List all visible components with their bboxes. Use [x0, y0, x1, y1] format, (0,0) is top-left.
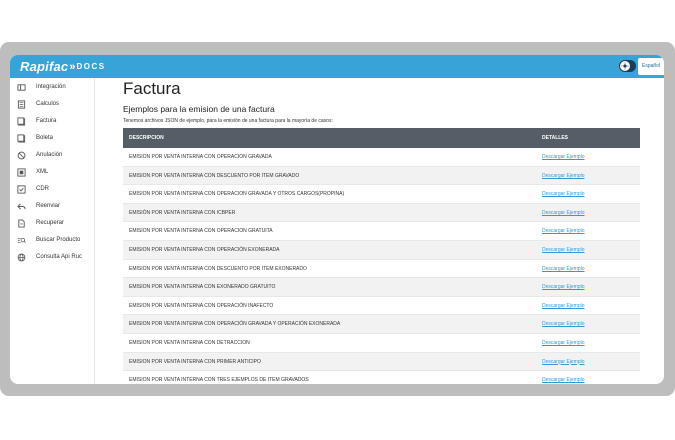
- sidebar-item-factura[interactable]: Factura: [10, 113, 95, 129]
- download-example-link[interactable]: Descargar Ejemplo: [542, 148, 585, 166]
- sidebar-item-calculos[interactable]: Calculos: [10, 96, 95, 112]
- sidebar-item-label: Recuperar: [36, 220, 65, 226]
- sidebar-item-recuperar[interactable]: Recuperar: [10, 215, 95, 231]
- table-row: EMISION POR VENTA INTERNA CON PRIMER ANT…: [123, 352, 640, 372]
- table-row: EMISION POR VENTA INTERNA CON OPERACIÓN …: [123, 297, 640, 316]
- integration-icon: [16, 82, 26, 92]
- table-row: EMISION POR VENTA INTERNA CON OPERACIÓN …: [123, 315, 640, 334]
- reply-icon: [16, 201, 26, 211]
- sidebar-item-boleta[interactable]: Boleta: [10, 130, 95, 146]
- file-check-icon: [16, 184, 26, 194]
- table-row: EMISION POR VENTA INTERNA CON DESCUENTO …: [123, 260, 640, 279]
- section-description: Tenemos archivos JSON de ejemplo, para l…: [123, 118, 333, 124]
- calculator-icon: [16, 99, 26, 109]
- search-product-icon: [16, 235, 26, 245]
- row-description: EMISION POR VENTA INTERNA CON OPERACION …: [129, 191, 345, 198]
- row-description: EMISION POR VENTA INTERNA CON OPERACION …: [129, 228, 273, 235]
- row-description: EMISION POR VENTA INTERNA CON OPERACIÓN …: [129, 302, 274, 309]
- row-description: EMISION POR VENTA INTERNA CON DESCUENTO …: [129, 265, 307, 272]
- logo-arrow-icon: »: [69, 60, 76, 73]
- sidebar-item-label: Consulta Api Ruc: [36, 254, 83, 260]
- recover-icon: [16, 218, 26, 228]
- sidebar-item-consulta-api-ruc[interactable]: Consulta Api Ruc: [10, 249, 95, 265]
- theme-toggle[interactable]: [619, 60, 636, 72]
- table-row: EMISION POR VENTA INTERNA CON OPERACION …: [123, 148, 640, 167]
- sidebar-item-label: Calculos: [36, 101, 60, 107]
- sidebar-item-anulacion[interactable]: Anulación: [10, 147, 95, 163]
- row-description: EMISION POR VENTA INTERNA CON OPERACIÓN …: [129, 321, 341, 328]
- download-example-link[interactable]: Descargar Ejemplo: [542, 315, 585, 333]
- logo-text: Rapifac: [20, 59, 69, 74]
- globe-icon: [16, 252, 26, 262]
- main-content: Factura Ejemplos para la emision de una …: [95, 78, 664, 384]
- logo-docs-text: DOCS: [76, 62, 106, 71]
- row-description: EMISIÓN POR VENTA INTERNA CON ICBPER: [129, 209, 236, 216]
- section-subtitle: Ejemplos para la emision de una factura: [123, 104, 275, 114]
- sidebar-item-reenviar[interactable]: Reenviar: [10, 198, 95, 214]
- sidebar-item-label: Integración: [36, 84, 66, 90]
- sidebar: Integración Calculos Factura Boleta Anul…: [10, 78, 95, 384]
- receipt-icon: [16, 133, 26, 143]
- row-description: EMISION POR VENTA INTERNA CON OPERACION …: [129, 154, 272, 160]
- sidebar-item-label: Anulación: [36, 152, 63, 158]
- download-example-link[interactable]: Descargar Ejemplo: [542, 297, 585, 315]
- table-row: EMISION POR VENTA INTERNA CON OPERACION …: [123, 222, 640, 241]
- sidebar-item-cdr[interactable]: CDR: [10, 181, 95, 197]
- download-example-link[interactable]: Descargar Ejemplo: [542, 204, 585, 222]
- table-row: EMISION POR VENTA INTERNA CON DETRACCION…: [123, 334, 640, 353]
- row-description: EMISION POR VENTA INTERNA CON OPERACIÓN …: [129, 246, 280, 253]
- sidebar-item-label: Buscar Producto: [36, 237, 81, 243]
- sidebar-item-integracion[interactable]: Integración: [10, 79, 95, 95]
- table-row: EMISION POR VENTA INTERNA CON OPERACION …: [123, 185, 640, 204]
- row-description: EMISION POR VENTA INTERNA CON EXONERADO …: [129, 284, 276, 291]
- download-example-link[interactable]: Descargar Ejemplo: [542, 241, 585, 259]
- examples-table: DESCRIPCION DETALLES EMISION POR VENTA I…: [123, 128, 640, 384]
- sidebar-item-label: Reenviar: [36, 203, 61, 209]
- sun-icon: [620, 61, 630, 71]
- top-bar: Rapifac » DOCS Español: [10, 55, 664, 78]
- column-header-description: DESCRIPCION: [129, 135, 164, 141]
- table-row: EMISIÓN POR VENTA INTERNA CON ICBPER Desc…: [123, 203, 640, 223]
- column-header-details: DETALLES: [542, 135, 569, 141]
- sidebar-item-xml[interactable]: XML: [10, 164, 95, 180]
- row-description: EMISION POR VENTA INTERNA CON PRIMER ANT…: [129, 358, 261, 365]
- sidebar-item-label: XML: [36, 169, 49, 175]
- language-select[interactable]: Español: [638, 58, 664, 75]
- download-example-link[interactable]: Descargar Ejemplo: [542, 334, 585, 352]
- table-row: EMISION POR VENTA INTERNA CON DESCUENTO …: [123, 166, 640, 186]
- table-row: EMISION POR VENTA INTERNA CON TRES EJEMP…: [123, 371, 640, 384]
- row-description: EMISION POR VENTA INTERNA CON DESCUENTO …: [129, 172, 300, 179]
- app-window: Rapifac » DOCS Español Integración Calcu…: [10, 55, 664, 384]
- download-example-link[interactable]: Descargar Ejemplo: [542, 260, 585, 278]
- cancel-icon: [16, 150, 26, 160]
- sidebar-item-label: CDR: [36, 186, 49, 192]
- row-description: EMISION POR VENTA INTERNA CON DETRACCION: [129, 339, 250, 346]
- table-header: DESCRIPCION DETALLES: [123, 128, 640, 148]
- download-example-link[interactable]: Descargar Ejemplo: [542, 371, 585, 384]
- sidebar-item-label: Factura: [36, 118, 57, 124]
- download-example-link[interactable]: Descargar Ejemplo: [542, 278, 585, 296]
- rapifac-logo[interactable]: Rapifac » DOCS: [20, 58, 106, 75]
- page-title: Factura: [123, 79, 181, 98]
- download-example-link[interactable]: Descargar Ejemplo: [542, 167, 585, 185]
- download-example-link[interactable]: Descargar Ejemplo: [542, 353, 585, 371]
- code-icon: [16, 167, 26, 177]
- document-icon: [16, 116, 26, 126]
- row-description: EMISION POR VENTA INTERNA CON TRES EJEMP…: [129, 377, 309, 384]
- sidebar-item-buscar-producto[interactable]: Buscar Producto: [10, 232, 95, 248]
- table-row: EMISION POR VENTA INTERNA CON EXONERADO …: [123, 278, 640, 297]
- download-example-link[interactable]: Descargar Ejemplo: [542, 185, 585, 203]
- download-example-link[interactable]: Descargar Ejemplo: [542, 222, 585, 240]
- table-row: EMISION POR VENTA INTERNA CON OPERACIÓN …: [123, 240, 640, 260]
- sidebar-item-label: Boleta: [36, 135, 54, 141]
